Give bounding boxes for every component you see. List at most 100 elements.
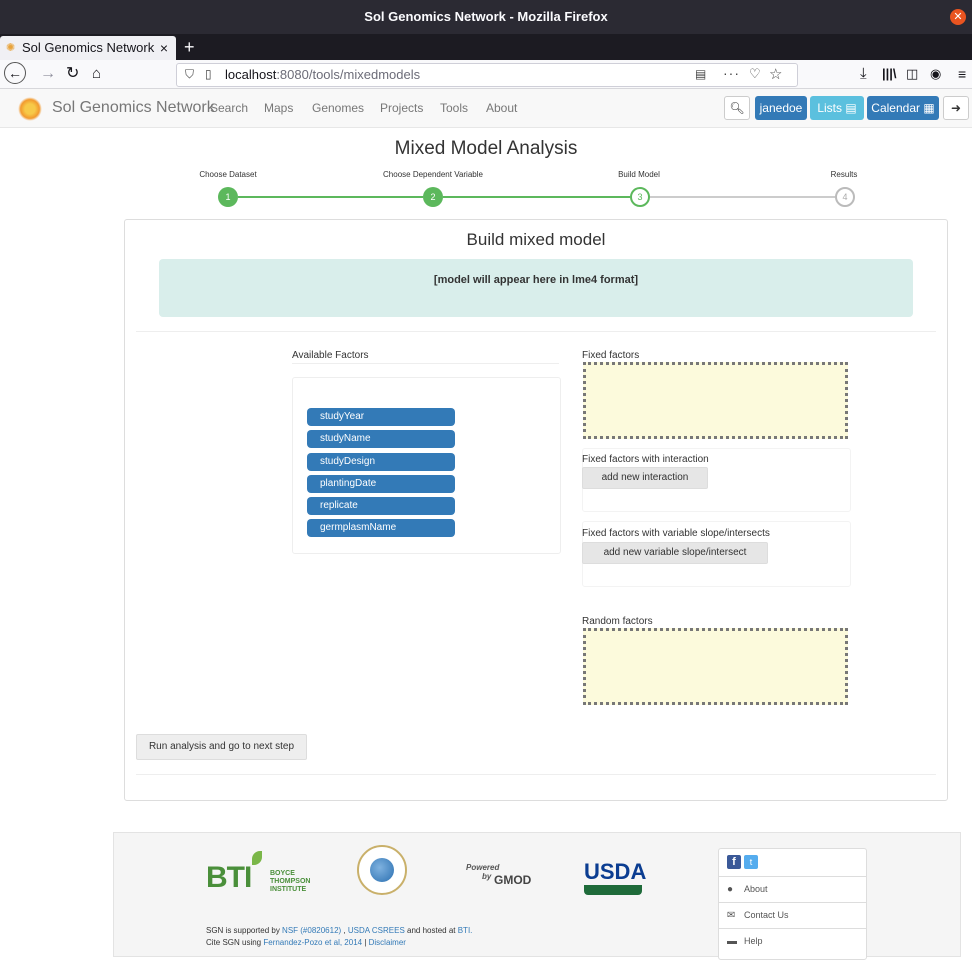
- divider: [136, 774, 936, 775]
- forward-icon[interactable]: →: [40, 64, 56, 84]
- divider: [292, 363, 559, 364]
- build-model-panel: Build mixed model [model will appear her…: [124, 219, 948, 801]
- window-close-icon[interactable]: ✕: [950, 9, 966, 25]
- fixed-factors-dropzone[interactable]: [583, 362, 848, 439]
- gmod-powered: Powered: [466, 863, 500, 872]
- sgn-logo-icon[interactable]: [18, 97, 42, 121]
- url-host: localhost: [225, 67, 277, 82]
- nsf-link[interactable]: NSF (#0820612): [282, 926, 341, 935]
- tab-close-icon[interactable]: ×: [160, 36, 168, 60]
- logout-button[interactable]: ➜: [943, 96, 969, 120]
- book-icon: ▬: [727, 936, 737, 947]
- gmod-by: by: [482, 872, 492, 881]
- calendar-label: Calendar: [871, 101, 920, 115]
- menu-projects[interactable]: Projects: [380, 101, 423, 115]
- factor-plantingDate[interactable]: plantingDate: [307, 475, 455, 493]
- page-title: Mixed Model Analysis: [394, 138, 578, 159]
- usda-logo[interactable]: USDA: [584, 859, 646, 899]
- footer-link-help[interactable]: ▬ Help: [719, 928, 866, 954]
- reload-icon[interactable]: ↻: [66, 64, 79, 84]
- downloads-icon[interactable]: ⤓: [860, 64, 867, 84]
- bti-logo-text: BOYCE THOMPSON INSTITUTE: [270, 870, 330, 894]
- bti-logo-line-1: BOYCE: [270, 870, 295, 877]
- step-connector: [238, 196, 423, 198]
- add-variable-slope-button[interactable]: add new variable slope/intersect: [582, 542, 768, 564]
- step-label-build-model: Build Model: [618, 170, 660, 179]
- tracking-shield-icon[interactable]: ⛉: [185, 67, 194, 82]
- menu-about[interactable]: About: [486, 101, 517, 115]
- factor-replicate[interactable]: replicate: [307, 497, 455, 515]
- random-factors-dropzone[interactable]: [583, 628, 848, 705]
- sidebar-icon[interactable]: ◫: [906, 64, 918, 84]
- step-label-choose-dataset: Choose Dataset: [199, 170, 257, 179]
- back-icon[interactable]: ←: [4, 62, 26, 84]
- factor-studyDesign[interactable]: studyDesign: [307, 453, 455, 471]
- site-favicon-icon: ✺: [6, 42, 16, 54]
- gmod-name: GMOD: [494, 873, 532, 887]
- citation-link[interactable]: Fernandez-Pozo et al, 2014: [263, 938, 362, 947]
- cite-prefix: Cite SGN using: [206, 938, 264, 947]
- support-suffix: and hosted at: [404, 926, 458, 935]
- bookmark-star-icon[interactable]: ☆: [769, 65, 782, 83]
- add-new-interaction-button[interactable]: add new interaction: [582, 467, 708, 489]
- site-navbar: Sol Genomics Network Search Maps Genomes…: [0, 89, 972, 128]
- model-formula-box: [model will appear here in lme4 format]: [159, 259, 913, 317]
- logout-icon: ➜: [950, 101, 962, 115]
- facebook-icon[interactable]: f: [727, 855, 741, 869]
- menu-tools[interactable]: Tools: [440, 101, 468, 115]
- info-icon: ●: [727, 884, 734, 895]
- step-circle-1[interactable]: 1: [218, 187, 238, 207]
- footer-link-about-label: About: [744, 884, 768, 894]
- user-button[interactable]: janedoe: [755, 96, 807, 120]
- nsf-seal[interactable]: [357, 845, 407, 895]
- bti-link[interactable]: BTI.: [458, 926, 473, 935]
- run-analysis-button[interactable]: Run analysis and go to next step: [136, 734, 307, 760]
- support-text: SGN is supported by NSF (#0820612) , USD…: [206, 926, 472, 935]
- step-circle-2[interactable]: 2: [423, 187, 443, 207]
- step-circle-4: 4: [835, 187, 855, 207]
- step-label-choose-dependent-variable: Choose Dependent Variable: [383, 170, 483, 179]
- calendar-button[interactable]: Calendar ▦: [867, 96, 939, 120]
- menu-genomes[interactable]: Genomes: [312, 101, 364, 115]
- window-titlebar: Sol Genomics Network - Mozilla Firefox ✕: [0, 0, 972, 34]
- library-icon[interactable]: |||\: [882, 64, 897, 84]
- window-title: Sol Genomics Network - Mozilla Firefox: [364, 9, 608, 24]
- lists-label: Lists: [817, 101, 842, 115]
- browser-tab[interactable]: ✺ Sol Genomics Network ×: [0, 36, 176, 60]
- footer-link-about[interactable]: ● About: [719, 876, 866, 902]
- factor-studyYear[interactable]: studyYear: [307, 408, 455, 426]
- gmod-logo[interactable]: Powered by GMOD: [466, 863, 542, 893]
- menu-icon[interactable]: ≡: [958, 64, 966, 84]
- fixed-factors-label: Fixed factors: [582, 350, 640, 361]
- site-search-button[interactable]: 🔍︎: [724, 96, 750, 120]
- footer-link-contact[interactable]: ✉ Contact Us: [719, 902, 866, 928]
- browser-toolbar: ← → ↻ ⌂ ⛉ ▯ localhost:8080/tools/mixedmo…: [0, 60, 972, 89]
- panel-title: Build mixed model: [466, 230, 606, 249]
- factor-studyName[interactable]: studyName: [307, 430, 455, 448]
- page-info-icon[interactable]: ▯: [205, 67, 212, 81]
- reader-view-icon[interactable]: ▤: [695, 67, 706, 81]
- step-connector: [443, 196, 630, 198]
- bti-logo-line-3: INSTITUTE: [270, 886, 307, 893]
- lists-button[interactable]: Lists ▤: [810, 96, 864, 120]
- factor-germplasmName[interactable]: germplasmName: [307, 519, 455, 537]
- support-mid: ,: [341, 926, 348, 935]
- menu-search[interactable]: Search: [210, 101, 248, 115]
- home-icon[interactable]: ⌂: [92, 64, 101, 84]
- url-text[interactable]: localhost:8080/tools/mixedmodels: [225, 67, 420, 82]
- site-brand[interactable]: Sol Genomics Network: [52, 99, 215, 117]
- page-actions-icon[interactable]: ···: [723, 65, 740, 81]
- disclaimer-link[interactable]: Disclaimer: [369, 938, 406, 947]
- envelope-icon: ✉: [727, 910, 736, 921]
- account-icon[interactable]: ◉: [930, 64, 941, 84]
- footer-links-box: f t ● About ✉ Contact Us ▬ Help: [718, 848, 867, 960]
- browser-tab-strip: ✺ Sol Genomics Network × +: [0, 34, 972, 60]
- new-tab-icon[interactable]: +: [184, 36, 195, 58]
- twitter-icon[interactable]: t: [744, 855, 758, 869]
- pocket-icon[interactable]: ♡: [749, 66, 761, 82]
- site-footer: BTI BOYCE THOMPSON INSTITUTE Powered by GM…: [113, 832, 961, 960]
- csrees-link[interactable]: USDA CSREES: [348, 926, 405, 935]
- address-bar[interactable]: ⛉ ▯ localhost:8080/tools/mixedmodels ▤ ·…: [176, 63, 798, 87]
- menu-maps[interactable]: Maps: [264, 101, 293, 115]
- support-prefix: SGN is supported by: [206, 926, 283, 935]
